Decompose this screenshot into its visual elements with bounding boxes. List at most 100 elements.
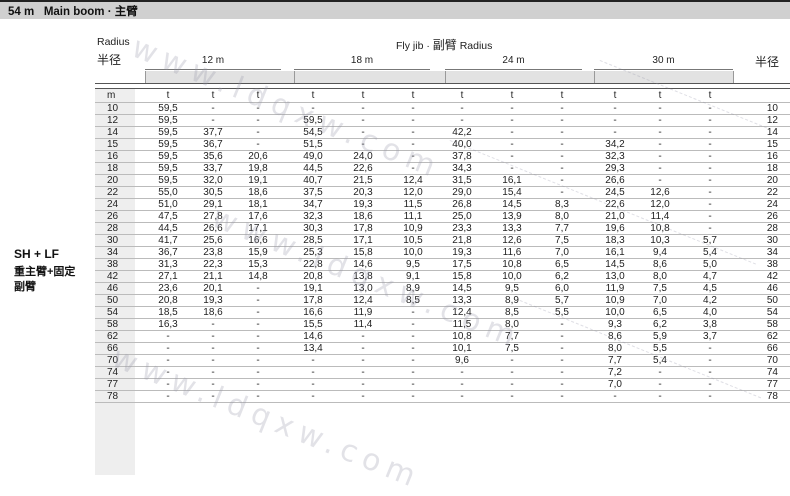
unit-cell-0: t [166,90,170,101]
load-cell: 24,5 [605,187,625,198]
load-cell: 18,5 [158,307,178,318]
load-cell: 35,6 [203,151,223,162]
load-cell: - [411,115,415,126]
load-cell: - [166,391,170,402]
row-separator [95,222,790,223]
row-separator [95,402,790,403]
load-cell: 11,5 [452,319,472,330]
load-cell: - [560,331,564,342]
load-cell: 12,0 [650,199,670,210]
load-cell: 19,8 [248,163,268,174]
load-cell: 5,5 [653,343,667,354]
load-cell: 13,3 [452,295,472,306]
radius-value-right: 34 [766,247,778,258]
row-separator [95,138,790,139]
load-cell: 20,8 [158,295,178,306]
load-cell: - [361,103,365,114]
load-cell: - [166,343,170,354]
load-cell: 7,5 [653,283,667,294]
load-cell: 16,1 [605,247,625,258]
load-cell: 7,0 [555,247,569,258]
load-cell: - [311,391,315,402]
load-cell: - [510,115,514,126]
group-separator-2 [445,71,446,83]
fly-jib-header: Fly jib · 副臂 Radius [396,38,493,52]
row-separator [95,282,790,283]
load-cell: 37,7 [203,127,223,138]
load-cell: 21,0 [605,211,625,222]
load-cell: 7,7 [608,355,622,366]
fly-jib-radius-label: Radius [459,40,493,52]
load-cell: - [256,139,260,150]
unit-cell-3: t [311,90,315,101]
load-cell: 6,5 [653,307,667,318]
load-cell: - [411,127,415,138]
load-cell: - [708,343,712,354]
load-cell: 24,0 [353,151,373,162]
unit-cell-8: t [560,90,564,101]
load-cell: 15,3 [248,259,268,270]
load-cell: 8,5 [406,295,420,306]
load-cell: 26,6 [203,223,223,234]
load-cell: 59,5 [158,151,178,162]
load-cell: - [560,115,564,126]
load-cell: 14,6 [303,331,323,342]
load-cell: 5,4 [703,247,717,258]
row-separator [95,126,790,127]
fly-jib-cn-label: 副臂 [432,38,457,52]
load-cell: 11,9 [353,307,373,318]
load-cell: 59,5 [158,175,178,186]
radius-value: 38 [107,259,119,270]
load-cell: 4,7 [703,271,717,282]
load-cell: - [613,115,617,126]
main-boom-label: Main boom [43,6,105,18]
load-cell: 29,1 [203,199,223,210]
radius-value: 14 [107,127,119,138]
row-separator [95,354,790,355]
load-cell: 40,7 [303,175,323,186]
load-cell: 8,3 [555,199,569,210]
load-cell: 11,1 [403,211,423,222]
load-cell: - [658,391,662,402]
group-separator-3 [594,71,595,83]
load-cell: 19,3 [203,295,223,306]
load-cell: 13,0 [605,271,625,282]
load-cell: - [166,355,170,366]
load-cell: 5,0 [703,259,717,270]
unit-cell-1: t [211,90,215,101]
load-cell: - [613,103,617,114]
load-cell: - [411,151,415,162]
table-title: 54 m Main boom · 主臂 [8,6,138,18]
load-cell: 15,8 [452,271,472,282]
radius-value-right: 28 [766,223,778,234]
load-cell: - [708,127,712,138]
load-cell: - [411,139,415,150]
load-cell: - [658,115,662,126]
load-cell: 16,6 [303,307,323,318]
load-cell: 14,6 [353,259,373,270]
load-cell: - [256,331,260,342]
load-cell: - [311,103,315,114]
jib-length-underline-2 [445,69,582,70]
load-cell: 21,8 [452,235,472,246]
radius-value: 10 [107,103,119,114]
load-cell: 41,7 [158,235,178,246]
radius-value: 50 [107,295,119,306]
load-cell: 59,5 [158,163,178,174]
load-cell: 22,8 [303,259,323,270]
load-cell: - [560,355,564,366]
load-cell: - [411,391,415,402]
load-cell: - [460,367,464,378]
load-cell: - [560,163,564,174]
row-separator [95,390,790,391]
load-cell: - [510,151,514,162]
load-cell: 30,3 [303,223,323,234]
load-cell: 29,0 [452,187,472,198]
load-cell: - [560,103,564,114]
load-cell: - [658,367,662,378]
load-cell: 9,6 [455,355,469,366]
unit-cell-10: t [658,90,662,101]
load-cell: 8,9 [406,283,420,294]
load-cell: 10,3 [650,235,670,246]
load-cell: - [211,343,215,354]
